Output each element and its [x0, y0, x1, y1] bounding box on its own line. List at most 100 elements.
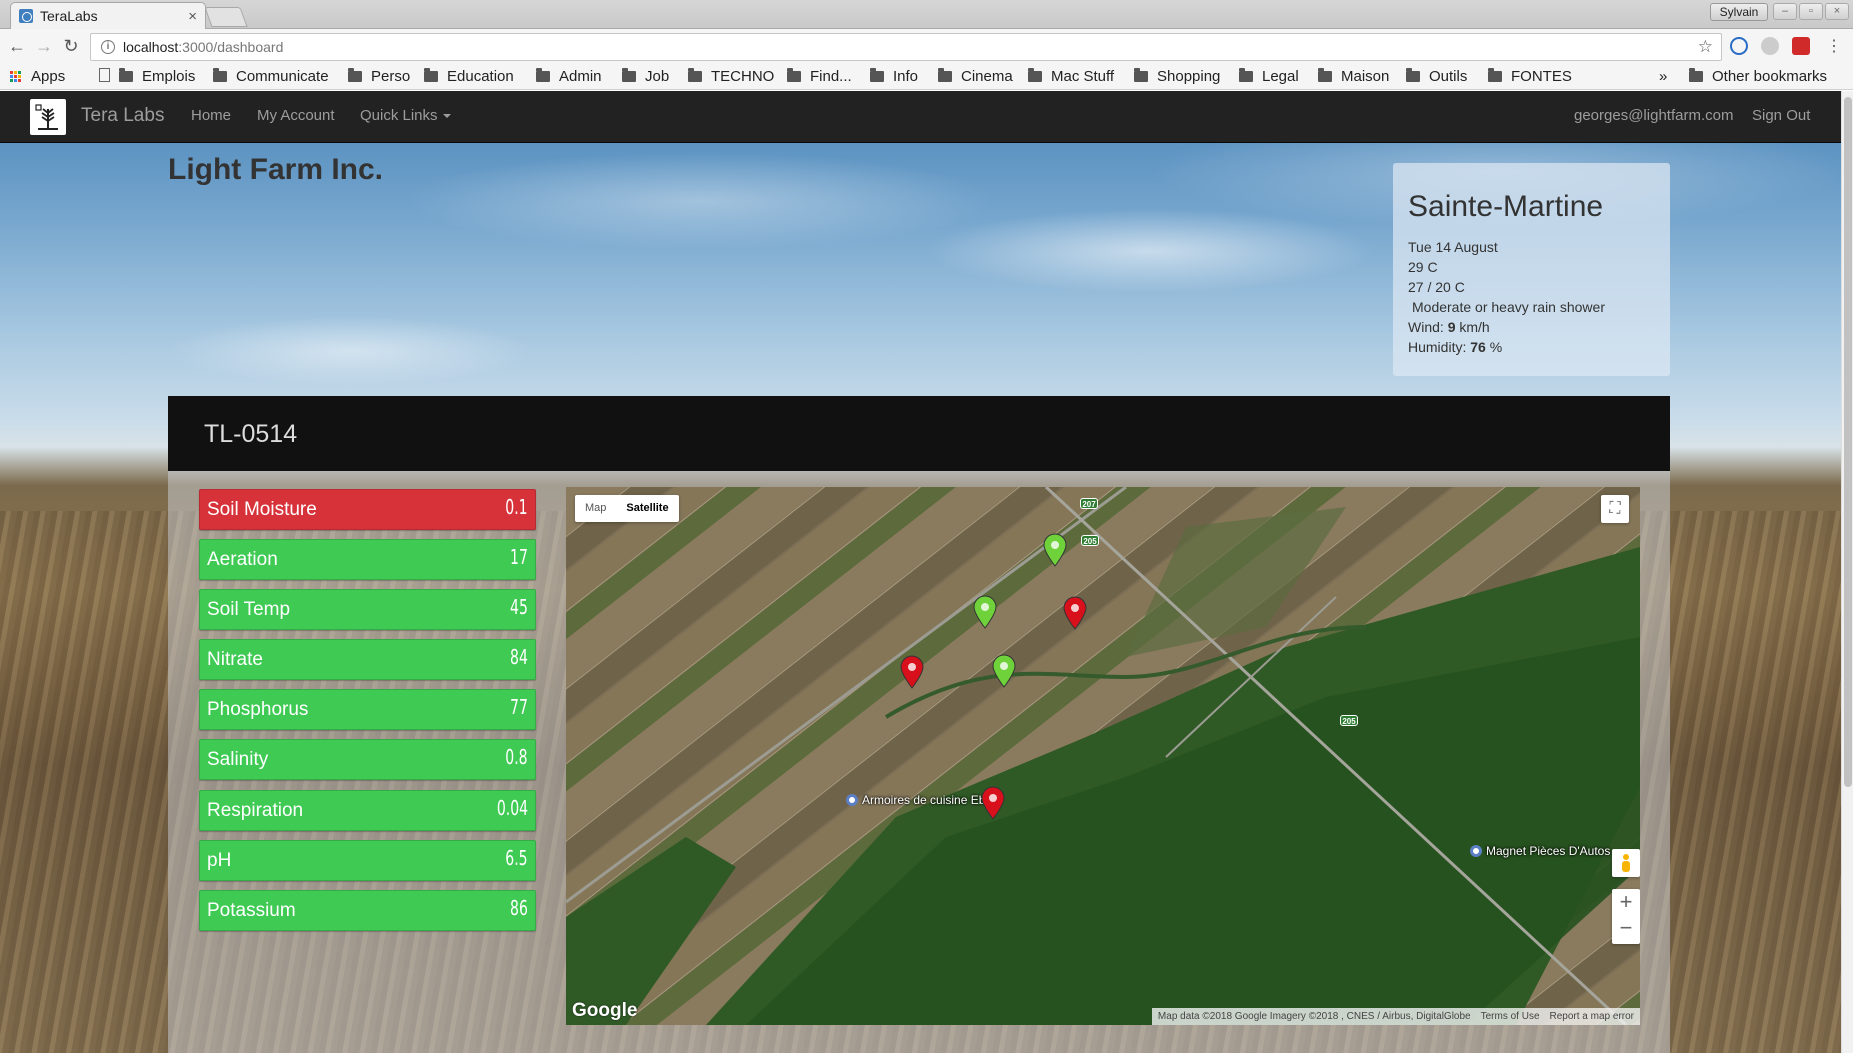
wind-label: Wind: — [1408, 319, 1444, 335]
address-bar[interactable]: i localhost:3000/dashboard ☆ — [90, 33, 1722, 61]
new-tab-button[interactable] — [204, 7, 248, 27]
map-type-satellite[interactable]: Satellite — [616, 495, 678, 522]
browser-toolbar: ← → ↻ i localhost:3000/dashboard ☆ ⋮ — [0, 29, 1853, 65]
bookmark-apps[interactable]: Apps — [10, 68, 65, 85]
route-shield: 207 — [1080, 498, 1098, 509]
map-marker-icon[interactable] — [899, 655, 925, 689]
humidity-value: 76 — [1470, 339, 1486, 355]
bookmark-folder[interactable]: Shopping — [1134, 68, 1220, 85]
nav-home[interactable]: Home — [191, 107, 231, 124]
bookmark-label: Legal — [1262, 68, 1299, 85]
fullscreen-icon[interactable]: ⛶ — [1601, 495, 1629, 523]
bookmark-folder[interactable]: Emplois — [119, 68, 195, 85]
sensor-tile[interactable]: Potassium 86 — [199, 889, 536, 931]
map-marker-icon[interactable] — [1042, 533, 1068, 567]
map-marker-icon[interactable] — [980, 786, 1006, 820]
bookmark-folder[interactable]: Legal — [1239, 68, 1299, 85]
bookmark-folder[interactable]: Perso — [348, 68, 410, 85]
bookmark-folder[interactable]: Mac Stuff — [1028, 68, 1114, 85]
bookmark-page[interactable] — [99, 68, 110, 82]
bookmark-folder[interactable]: TECHNO — [688, 68, 774, 85]
device-id: TL-0514 — [204, 420, 298, 448]
sensor-value: 0.8 — [505, 745, 528, 770]
terms-link[interactable]: Terms of Use — [1481, 1011, 1540, 1022]
scrollbar-thumb[interactable] — [1844, 97, 1852, 787]
forward-arrow-icon[interactable]: → — [33, 36, 55, 57]
sensor-tile[interactable]: Respiration 0.04 — [199, 789, 536, 831]
bookmark-label: TECHNO — [711, 68, 775, 85]
folder-icon — [1239, 68, 1253, 82]
zoom-out-button[interactable]: − — [1612, 915, 1640, 941]
street-view-pegman-icon[interactable] — [1612, 849, 1640, 877]
place-pin-icon — [1470, 845, 1482, 857]
bookmark-label: Find... — [810, 68, 852, 85]
user-email[interactable]: georges@lightfarm.com — [1574, 107, 1733, 124]
brand-name[interactable]: Tera Labs — [81, 105, 164, 127]
extension-icon[interactable] — [1761, 37, 1779, 55]
map-type-map[interactable]: Map — [575, 495, 616, 522]
report-map-error-link[interactable]: Report a map error — [1550, 1011, 1634, 1022]
close-window-icon[interactable]: × — [1825, 3, 1849, 20]
map-marker-icon[interactable] — [1062, 596, 1088, 630]
bookmark-folder[interactable]: Maison — [1318, 68, 1389, 85]
bookmark-label: Emplois — [142, 68, 196, 85]
tab-close-icon[interactable]: × — [188, 8, 197, 25]
bookmark-folder[interactable]: Info — [870, 68, 918, 85]
sensor-tile[interactable]: pH 6.5 — [199, 839, 536, 881]
sensor-tile[interactable]: Soil Moisture 0.1 — [199, 489, 536, 530]
bookmark-star-icon[interactable]: ☆ — [1698, 37, 1713, 57]
sensor-tile[interactable]: Nitrate 84 — [199, 639, 536, 681]
humidity-label: Humidity: — [1408, 339, 1467, 355]
reload-icon[interactable]: ↻ — [60, 36, 82, 57]
back-arrow-icon[interactable]: ← — [6, 36, 28, 57]
bookmark-folder[interactable]: Job — [622, 68, 669, 85]
bookmark-folder[interactable]: Admin — [536, 68, 602, 85]
bookmark-folder[interactable]: Outils — [1406, 68, 1467, 85]
place-label[interactable]: Magnet Pièces D'Autos — [1470, 844, 1610, 858]
brand-logo-icon[interactable] — [30, 99, 66, 135]
sensor-label: Respiration — [207, 799, 304, 821]
map-marker-icon[interactable] — [972, 595, 998, 629]
sensor-tile[interactable]: Aeration 17 — [199, 539, 536, 581]
google-logo[interactable]: Google — [572, 1000, 637, 1022]
wind-unit: km/h — [1459, 319, 1490, 335]
sensor-label: Soil Moisture — [207, 499, 317, 520]
bookmark-label: Education — [447, 68, 514, 85]
sensor-tile[interactable]: Phosphorus 77 — [199, 689, 536, 731]
sensor-tile[interactable]: Salinity 0.8 — [199, 739, 536, 781]
map-marker-icon[interactable] — [991, 654, 1017, 688]
weather-temp: 29 C — [1408, 259, 1438, 275]
bookmark-folder[interactable]: Education — [424, 68, 514, 85]
page-scrollbar[interactable] — [1841, 91, 1853, 1053]
sign-out-link[interactable]: Sign Out — [1752, 107, 1810, 124]
bookmark-other[interactable]: Other bookmarks — [1689, 68, 1827, 85]
bookmark-folder[interactable]: Find... — [787, 68, 852, 85]
extension-icon[interactable] — [1730, 37, 1748, 55]
profile-badge[interactable]: Sylvain — [1710, 3, 1768, 21]
sensor-list: Soil Moisture 0.1 Aeration 17 Soil Temp 45 Nit… — [199, 489, 536, 940]
route-shield: 205 — [1340, 715, 1358, 726]
bookmark-label: Cinema — [961, 68, 1013, 85]
zoom-control: + − — [1612, 889, 1640, 944]
minimize-icon[interactable]: – — [1773, 3, 1797, 20]
bookmark-folder[interactable]: FONTES — [1488, 68, 1572, 85]
info-icon[interactable]: i — [101, 40, 115, 54]
folder-icon — [536, 68, 550, 82]
sensor-value: 77 — [510, 695, 528, 720]
nav-quick-links[interactable]: Quick Links — [360, 107, 451, 124]
tab-title: TeraLabs — [40, 8, 98, 24]
maximize-icon[interactable]: ▫ — [1799, 3, 1823, 20]
extension-icon[interactable] — [1792, 37, 1810, 55]
zoom-in-button[interactable]: + — [1612, 889, 1640, 915]
nav-my-account[interactable]: My Account — [257, 107, 335, 124]
sensor-tile[interactable]: Soil Temp 45 — [199, 589, 536, 631]
place-label[interactable]: Armoires de cuisine Ebsu — [846, 793, 998, 807]
folder-icon — [1406, 68, 1420, 82]
menu-kebab-icon[interactable]: ⋮ — [1823, 36, 1845, 56]
bookmark-folder[interactable]: Communicate — [213, 68, 329, 85]
satellite-map[interactable]: 207 205 205 Armoires de cuisine Ebsu Mag… — [566, 487, 1640, 1025]
bookmarks-overflow-icon[interactable]: » — [1659, 68, 1667, 85]
sensor-value: 45 — [510, 595, 528, 620]
browser-tab[interactable]: TeraLabs × — [10, 2, 206, 29]
bookmark-folder[interactable]: Cinema — [938, 68, 1013, 85]
